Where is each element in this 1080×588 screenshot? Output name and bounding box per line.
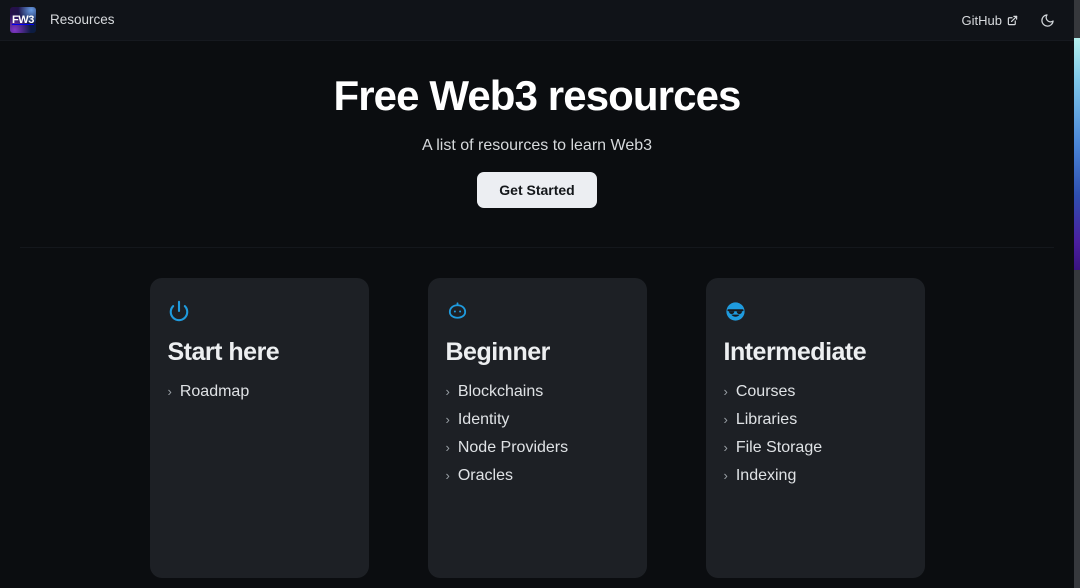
list-item[interactable]: › Indexing: [724, 462, 907, 490]
list-item[interactable]: › Node Providers: [446, 434, 629, 462]
chevron-right-icon: ›: [723, 439, 728, 455]
chevron-right-icon: ›: [723, 467, 728, 483]
card-link-courses[interactable]: Courses: [736, 380, 796, 404]
list-item[interactable]: › File Storage: [724, 434, 907, 462]
logo-label: FW3: [11, 13, 35, 26]
nav-item-resources[interactable]: Resources: [50, 13, 115, 27]
hero-section: Free Web3 resources A list of resources …: [0, 41, 1074, 249]
page-root: FW3 Resources GitHub Free Web3 resources…: [0, 0, 1080, 588]
list-item[interactable]: › Oracles: [446, 462, 629, 490]
resource-card-beginner[interactable]: Beginner › Blockchains › Identity › Node…: [427, 278, 647, 579]
baby-face-icon: [446, 300, 629, 326]
fw3-logo-icon[interactable]: FW3: [10, 7, 36, 33]
page-title: Free Web3 resources: [333, 72, 741, 119]
scroll-viewport: FW3 Resources GitHub Free Web3 resources…: [0, 0, 1074, 588]
navbar-left-group: FW3 Resources: [10, 7, 115, 33]
power-icon: [168, 300, 351, 326]
resource-card-grid: Start here › Roadmap Beginner › Blockcha…: [0, 248, 1074, 579]
moon-icon: [1040, 13, 1054, 27]
external-link-icon: [1007, 15, 1018, 25]
chevron-right-icon: ›: [445, 411, 450, 427]
card-title: Start here: [167, 338, 280, 367]
chevron-right-icon: ›: [445, 467, 450, 483]
card-link-list: › Courses › Libraries › File Storage › I…: [724, 378, 907, 490]
vertical-scrollbar-track[interactable]: [1074, 0, 1080, 588]
chevron-right-icon: ›: [445, 383, 450, 399]
card-link-roadmap[interactable]: Roadmap: [180, 380, 249, 404]
card-link-libraries[interactable]: Libraries: [736, 408, 797, 432]
list-item[interactable]: › Blockchains: [446, 378, 629, 406]
card-link-blockchains[interactable]: Blockchains: [458, 380, 543, 404]
card-link-list: › Roadmap: [168, 378, 351, 406]
navbar-right-group: GitHub: [962, 9, 1058, 31]
card-title: Intermediate: [723, 338, 867, 367]
chevron-right-icon: ›: [167, 383, 172, 399]
card-link-identity[interactable]: Identity: [458, 408, 510, 432]
list-item[interactable]: › Roadmap: [168, 378, 351, 406]
card-link-oracles[interactable]: Oracles: [458, 464, 513, 488]
chevron-right-icon: ›: [723, 411, 728, 427]
list-item[interactable]: › Courses: [724, 378, 907, 406]
card-title: Beginner: [445, 338, 551, 367]
vertical-scrollbar-thumb[interactable]: [1074, 38, 1080, 270]
card-link-node-providers[interactable]: Node Providers: [458, 436, 568, 460]
page-subtitle: A list of resources to learn Web3: [421, 137, 653, 155]
card-link-list: › Blockchains › Identity › Node Provider…: [446, 378, 629, 490]
get-started-button[interactable]: Get Started: [477, 172, 597, 209]
top-navbar: FW3 Resources GitHub: [0, 0, 1074, 41]
list-item[interactable]: › Identity: [446, 406, 629, 434]
card-link-indexing[interactable]: Indexing: [736, 464, 797, 488]
list-item[interactable]: › Libraries: [724, 406, 907, 434]
resource-card-intermediate[interactable]: Intermediate › Courses › Libraries › Fil…: [705, 278, 925, 579]
nav-item-github[interactable]: GitHub: [962, 13, 1018, 28]
chevron-right-icon: ›: [723, 383, 728, 399]
sunglasses-face-icon: [724, 300, 907, 326]
card-link-file-storage[interactable]: File Storage: [736, 436, 822, 460]
github-label: GitHub: [961, 12, 1002, 28]
theme-toggle-button[interactable]: [1036, 9, 1058, 31]
resource-card-start-here[interactable]: Start here › Roadmap: [149, 278, 369, 579]
chevron-right-icon: ›: [445, 439, 450, 455]
